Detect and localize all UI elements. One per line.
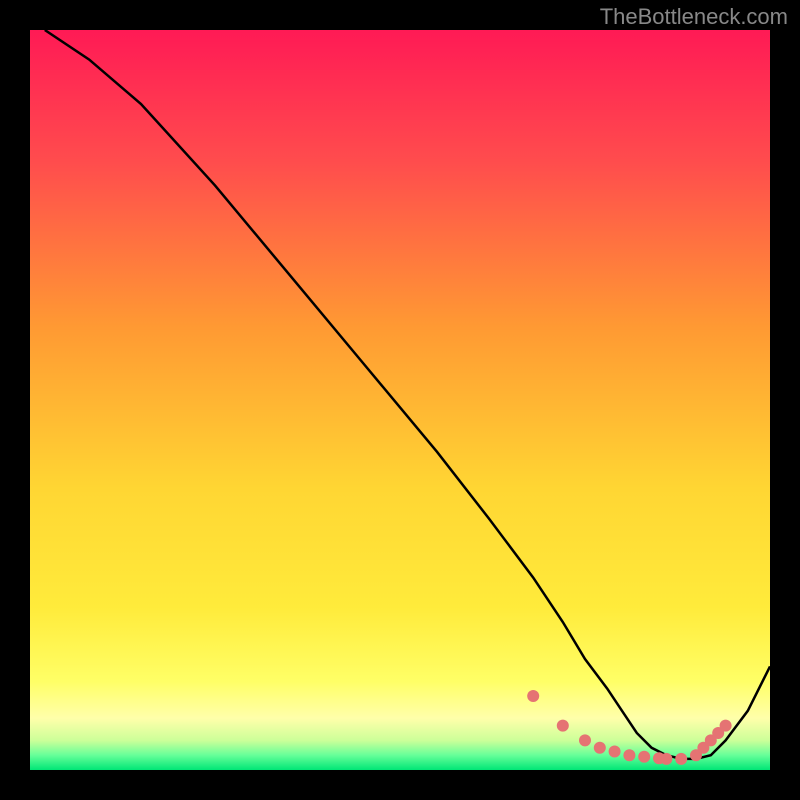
marker-dot [623, 749, 635, 761]
marker-dot [638, 751, 650, 763]
marker-dots-group [527, 690, 731, 765]
marker-dot [557, 720, 569, 732]
plot-area [30, 30, 770, 770]
marker-dot [660, 753, 672, 765]
curve-layer [30, 30, 770, 770]
watermark-text: TheBottleneck.com [600, 4, 788, 30]
marker-dot [579, 734, 591, 746]
marker-dot [594, 742, 606, 754]
marker-dot [609, 746, 621, 758]
main-curve-line [45, 30, 770, 759]
marker-dot [527, 690, 539, 702]
marker-dot [675, 753, 687, 765]
marker-dot [720, 720, 732, 732]
